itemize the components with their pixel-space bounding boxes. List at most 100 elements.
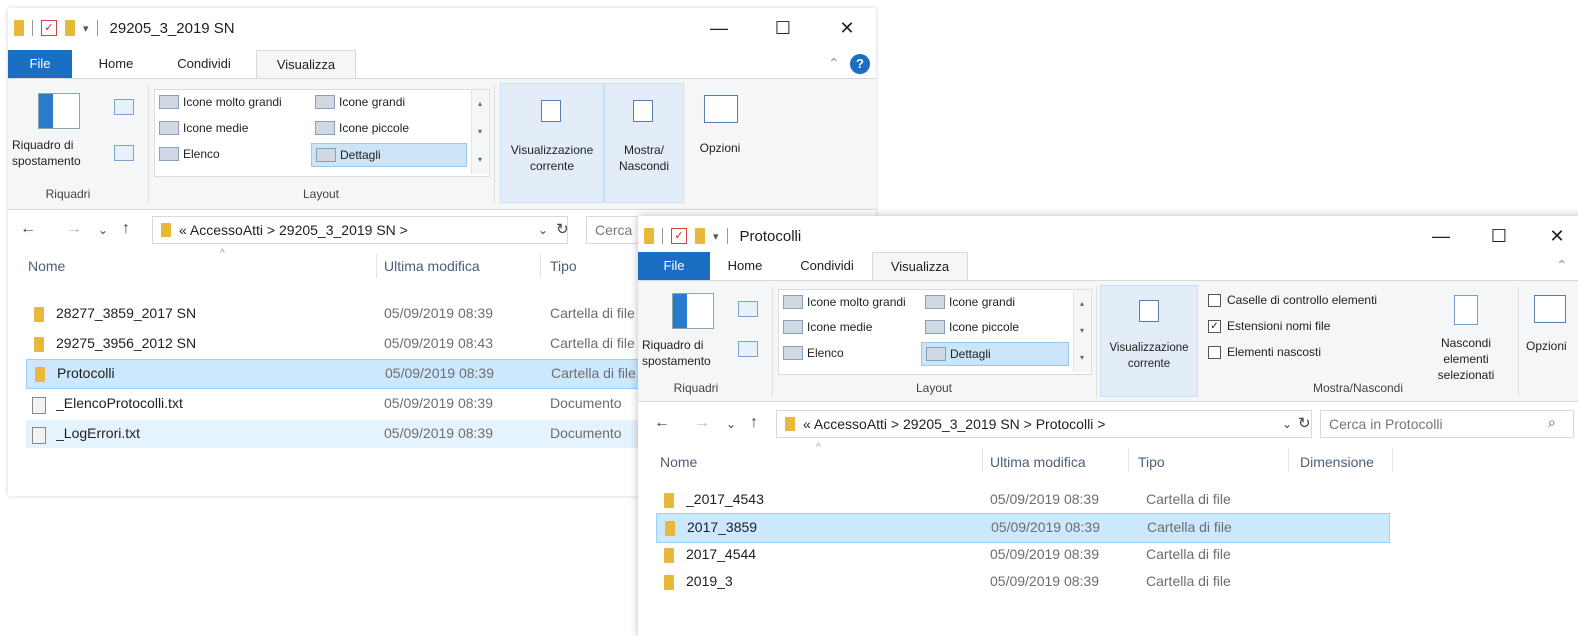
file-row-hover[interactable]: _LogErrori.txt 05/09/2019 08:39 Document… (26, 420, 644, 448)
small-icons-icon (315, 121, 335, 135)
layout-medium-icons[interactable]: Icone medie (783, 320, 872, 334)
show-hide-icon (633, 100, 653, 122)
layout-large-icons[interactable]: Icone grandi (315, 95, 405, 109)
layout-extra-large-icons[interactable]: Icone molto grandi (783, 295, 906, 309)
current-view-button[interactable]: Visualizzazione corrente (500, 83, 604, 203)
new-folder-icon[interactable] (65, 20, 75, 36)
back-arrow-icon[interactable]: ← (20, 220, 36, 238)
quick-access-toolbar: ✓ ▾ Protocolli (644, 226, 801, 246)
tab-share[interactable]: Condividi (162, 50, 246, 78)
group-label-panes: Riquadri (45, 187, 91, 201)
hidden-items-toggle[interactable]: Elementi nascosti (1208, 345, 1321, 359)
layout-list[interactable]: Elenco (159, 147, 220, 161)
help-icon[interactable]: ? (850, 54, 870, 74)
customize-toolbar-icon[interactable]: ▾ (83, 22, 89, 35)
navigation-pane-icon[interactable] (38, 93, 80, 129)
address-bar[interactable]: « AccessoAtti > 29205_3_2019 SN > (152, 216, 568, 244)
checkbox[interactable] (1208, 293, 1221, 307)
hide-selected-button[interactable]: Nascondi elementi selezionati (1420, 285, 1512, 382)
tab-share[interactable]: Condividi (786, 252, 868, 280)
properties-icon[interactable]: ✓ (41, 20, 57, 36)
navigation-pane-button[interactable]: Riquadro di spostamento (12, 137, 108, 169)
show-hide-button[interactable]: Mostra/ Nascondi (604, 83, 684, 203)
address-dropdown-icon[interactable]: ⌄ (1282, 417, 1292, 431)
options-button[interactable]: Opzioni (688, 83, 752, 201)
layout-extra-large-icons[interactable]: Icone molto grandi (159, 95, 282, 109)
customize-toolbar-icon[interactable]: ▾ (713, 230, 719, 243)
file-row[interactable]: _ElencoProtocolli.txt 05/09/2019 08:39 D… (26, 390, 644, 418)
layout-details[interactable]: Dettagli (921, 342, 1069, 366)
properties-icon[interactable]: ✓ (671, 228, 687, 244)
maximize-button[interactable]: ☐ (1476, 222, 1522, 250)
tab-home[interactable]: Home (86, 50, 146, 78)
file-row[interactable]: _2017_4543 05/09/2019 08:39 Cartella di … (656, 486, 1388, 514)
file-row[interactable]: 29275_3956_2012 SN 05/09/2019 08:43 Cart… (26, 330, 644, 358)
details-pane-icon[interactable] (738, 341, 758, 357)
minimize-button[interactable]: — (696, 14, 742, 42)
back-arrow-icon[interactable]: ← (654, 414, 670, 432)
search-input[interactable]: Cerca in Protocolli (1320, 410, 1574, 438)
maximize-button[interactable]: ☐ (760, 14, 806, 42)
column-header-modified[interactable]: Ultima modifica (990, 454, 1086, 470)
ribbon-tabs: File Home Condividi Visualizza ⌃ ? (8, 48, 876, 80)
details-pane-icon[interactable] (114, 145, 134, 161)
tab-view[interactable]: Visualizza (872, 252, 968, 282)
tab-view[interactable]: Visualizza (256, 50, 356, 80)
column-header-size[interactable]: Dimensione (1300, 454, 1374, 470)
recent-locations-icon[interactable]: ⌄ (726, 417, 736, 431)
current-view-button[interactable]: Visualizzazione corrente (1100, 285, 1198, 397)
layout-details[interactable]: Dettagli (311, 143, 467, 167)
window-title: 29205_3_2019 SN (109, 19, 235, 37)
gallery-scroll[interactable]: ▴ ▾ ▾ (1073, 290, 1090, 372)
file-row[interactable]: 2019_3 05/09/2019 08:39 Cartella di file (656, 568, 1388, 596)
small-icons-icon (925, 320, 945, 334)
column-header-modified[interactable]: Ultima modifica (384, 258, 480, 274)
item-checkboxes-toggle[interactable]: Caselle di controllo elementi (1208, 293, 1377, 307)
layout-list[interactable]: Elenco (783, 346, 844, 360)
up-arrow-icon[interactable]: ↑ (750, 414, 758, 432)
search-icon[interactable]: ⌕ (1548, 414, 1556, 431)
collapse-ribbon-icon[interactable]: ⌃ (1556, 257, 1568, 274)
layout-small-icons[interactable]: Icone piccole (925, 320, 1019, 334)
file-row-selected[interactable]: Protocolli 05/09/2019 08:39 Cartella di … (26, 359, 646, 389)
navigation-pane-icon[interactable] (672, 293, 714, 329)
collapse-ribbon-icon[interactable]: ⌃ (828, 55, 840, 72)
forward-arrow-icon[interactable]: → (66, 220, 82, 238)
tab-file[interactable]: File (8, 50, 72, 78)
layout-small-icons[interactable]: Icone piccole (315, 121, 409, 135)
up-arrow-icon[interactable]: ↑ (122, 220, 130, 238)
file-extensions-toggle[interactable]: ✓ Estensioni nomi file (1208, 319, 1330, 333)
address-bar[interactable]: « AccessoAtti > 29205_3_2019 SN > Protoc… (776, 410, 1312, 438)
tab-home[interactable]: Home (716, 252, 774, 280)
column-header-type[interactable]: Tipo (550, 258, 577, 274)
column-header-type[interactable]: Tipo (1138, 454, 1165, 470)
recent-locations-icon[interactable]: ⌄ (98, 223, 108, 237)
layout-gallery: Icone molto grandi Icone grandi Icone me… (778, 289, 1092, 375)
file-row[interactable]: 28277_3859_2017 SN 05/09/2019 08:39 Cart… (26, 300, 644, 328)
forward-arrow-icon[interactable]: → (694, 414, 710, 432)
file-row[interactable]: 2017_4544 05/09/2019 08:39 Cartella di f… (656, 541, 1388, 569)
close-button[interactable]: ✕ (824, 14, 870, 42)
column-header-name[interactable]: Nome (660, 454, 697, 470)
gallery-scroll[interactable]: ▴ ▾ ▾ (471, 90, 488, 174)
layout-large-icons[interactable]: Icone grandi (925, 295, 1015, 309)
checkbox-checked[interactable]: ✓ (1208, 319, 1221, 333)
options-button[interactable]: Opzioni (1522, 285, 1578, 395)
minimize-button[interactable]: — (1418, 222, 1464, 250)
checkbox[interactable] (1208, 345, 1221, 359)
new-folder-icon[interactable] (695, 228, 705, 244)
options-icon (704, 95, 738, 123)
refresh-icon[interactable]: ↻ (1298, 414, 1311, 432)
medium-icons-icon (159, 121, 179, 135)
file-row-selected[interactable]: 2017_3859 05/09/2019 08:39 Cartella di f… (656, 513, 1390, 543)
address-dropdown-icon[interactable]: ⌄ (538, 223, 548, 237)
tab-file[interactable]: File (638, 252, 710, 280)
preview-pane-icon[interactable] (738, 301, 758, 317)
navigation-pane-button[interactable]: Riquadro di spostamento (642, 337, 734, 369)
extra-large-icons-icon (783, 295, 803, 309)
column-header-name[interactable]: Nome (28, 258, 65, 274)
preview-pane-icon[interactable] (114, 99, 134, 115)
close-button[interactable]: ✕ (1534, 222, 1578, 250)
refresh-icon[interactable]: ↻ (556, 220, 569, 238)
layout-medium-icons[interactable]: Icone medie (159, 121, 248, 135)
